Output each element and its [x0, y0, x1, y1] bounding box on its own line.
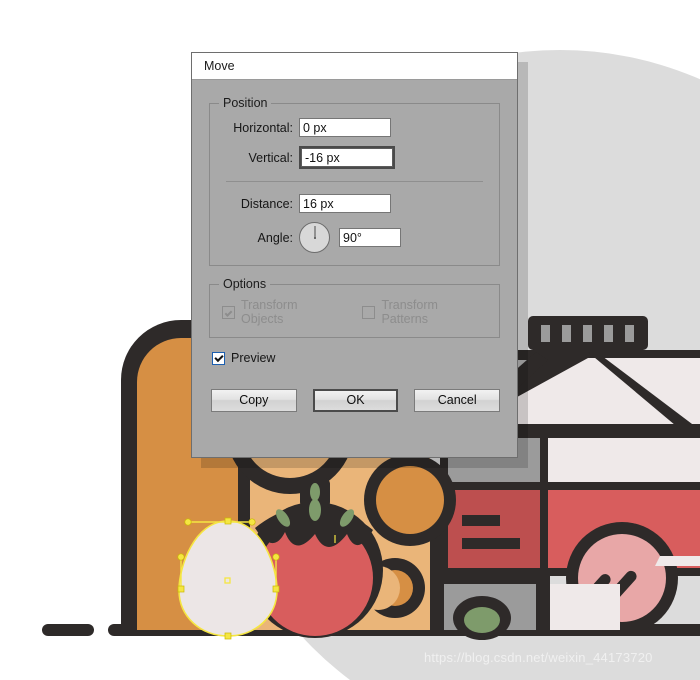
screenshot-stage: https://blog.csdn.net/weixin_44173720 Mo…	[0, 0, 700, 680]
dialog-title: Move	[204, 59, 235, 73]
anchor-right	[272, 585, 280, 593]
preview-checkbox-box	[212, 351, 225, 365]
options-groupbox: Options Transform Objects Transform Patt…	[209, 278, 500, 338]
olive-fill	[464, 607, 500, 633]
horizontal-label: Horizontal:	[233, 120, 293, 135]
handle-point-top-right	[248, 518, 256, 526]
angle-label: Angle:	[257, 230, 293, 245]
position-divider	[226, 181, 483, 182]
position-group-legend: Position	[219, 97, 272, 110]
watermark-text: https://blog.csdn.net/weixin_44173720	[424, 650, 653, 665]
cancel-button[interactable]: Cancel	[414, 388, 500, 412]
carton-slot-4	[604, 325, 613, 342]
vertical-field-row: Vertical:	[222, 146, 487, 169]
preview-label: Preview	[231, 351, 276, 365]
vertical-input[interactable]	[301, 148, 393, 167]
transform-patterns-label: Transform Patterns	[381, 298, 438, 326]
anchor-top	[224, 517, 232, 525]
angle-input[interactable]	[339, 228, 401, 247]
carton-slot-2	[562, 325, 571, 342]
copy-button[interactable]: Copy	[211, 388, 297, 412]
distance-field-row: Distance:	[222, 194, 487, 213]
angle-field-row: Angle:	[222, 222, 487, 253]
options-group-legend: Options	[219, 278, 271, 291]
horizontal-field-row: Horizontal:	[222, 118, 487, 137]
angle-dial[interactable]	[299, 222, 330, 253]
carton-body-face	[548, 438, 700, 482]
transform-objects-label: Transform Objects	[241, 298, 298, 326]
distance-label: Distance:	[240, 196, 293, 211]
options-row: Transform Objects Transform Patterns	[222, 298, 487, 326]
transform-objects-checkbox-box	[222, 305, 235, 319]
ok-button[interactable]: OK	[312, 388, 399, 412]
handle-point-right-up	[272, 553, 280, 561]
red-package-stripe-1	[462, 515, 500, 526]
shelf-panel-light	[550, 584, 620, 630]
dialog-body: Position Horizontal: Vertical: Distance:…	[192, 80, 517, 412]
tomato-leaf-center	[309, 499, 321, 521]
angle-dial-hub	[313, 236, 316, 239]
carton-slot-5	[625, 325, 634, 342]
transform-patterns-checkbox-box	[362, 305, 376, 319]
transform-patterns-checkbox[interactable]: Transform Patterns	[362, 298, 487, 326]
horizontal-input[interactable]	[299, 118, 391, 137]
dialog-button-row: Copy OK Cancel	[211, 388, 500, 412]
ground-line-short	[42, 624, 94, 636]
move-dialog: Move Position Horizontal: Vertical: Dist…	[191, 52, 518, 458]
anchor-left	[177, 585, 185, 593]
transform-objects-checkbox[interactable]: Transform Objects	[222, 298, 342, 326]
handle-point-left-up	[177, 553, 185, 561]
red-package-stripe-2	[462, 538, 520, 549]
anchor-bottom	[224, 632, 232, 640]
meat-highlight	[655, 556, 700, 566]
preview-row: Preview	[212, 351, 500, 368]
tomato-stem-leaf	[310, 483, 320, 501]
carton-slot-3	[583, 325, 592, 342]
red-package-left	[448, 490, 540, 568]
position-groupbox: Position Horizontal: Vertical: Distance:…	[209, 97, 500, 266]
distance-input[interactable]	[299, 194, 391, 213]
preview-checkbox[interactable]: Preview	[212, 351, 275, 365]
carton-slot-1	[541, 325, 550, 342]
vertical-label: Vertical:	[248, 150, 293, 165]
orange-round-item-fill	[376, 466, 444, 534]
dialog-title-bar: Move	[192, 53, 517, 80]
handle-point-top-left	[184, 518, 192, 526]
